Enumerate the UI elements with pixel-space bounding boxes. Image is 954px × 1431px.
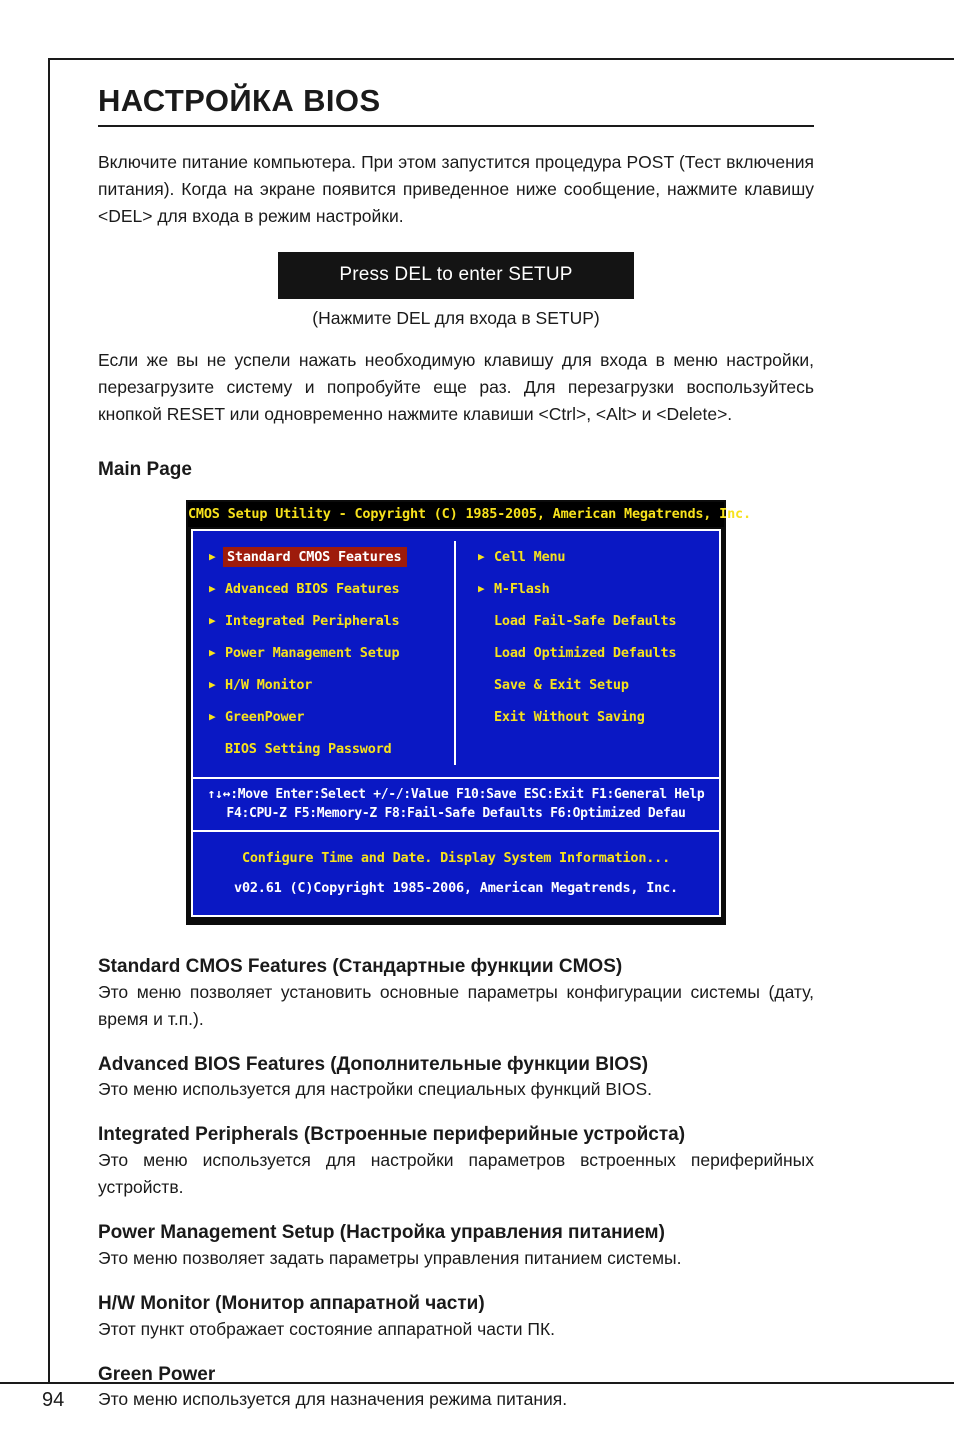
description-heading: Power Management Setup (Настройка управл… <box>98 1222 665 1244</box>
description-block: Integrated Peripherals (Встроенные периф… <box>98 1123 814 1201</box>
bios-menu-item-label: Power Management Setup <box>225 644 400 661</box>
bios-menu-item[interactable]: ▶ Standard CMOS Features <box>209 541 454 573</box>
title-divider <box>98 125 814 128</box>
bios-menu-item[interactable]: ▶ Integrated Peripherals <box>209 605 454 637</box>
bios-menu-item-label: BIOS Setting Password <box>225 740 392 757</box>
bios-screenshot-figure: CMOS Setup Utility - Copyright (C) 1985-… <box>98 499 814 925</box>
arrow-right-icon: ▶ <box>209 614 216 628</box>
description-block: Standard CMOS Features (Стандартные функ… <box>98 955 814 1033</box>
bios-screen: CMOS Setup Utility - Copyright (C) 1985-… <box>186 499 751 925</box>
bios-status-help-text: Configure Time and Date. Display System … <box>241 849 671 866</box>
description-text: Это меню позволяет задать параметры упра… <box>98 1247 682 1268</box>
description-heading: H/W Monitor (Монитор аппаратной части) <box>98 1292 485 1314</box>
bios-menu-item-label: GreenPower <box>225 708 305 725</box>
post-message-caption: (Нажмите DEL для входа в SETUP) <box>312 308 600 329</box>
arrow-right-icon: ▶ <box>209 678 216 692</box>
bios-key-legend-line-2: F4:CPU-Z F5:Memory-Z F8:Fail-Safe Defaul… <box>226 805 686 821</box>
bios-menu-item-label: H/W Monitor <box>225 676 313 693</box>
description-text: Это меню используется для настройки пара… <box>98 1150 814 1198</box>
bios-menu-item-label: Cell Menu <box>494 548 566 565</box>
description-block: H/W Monitor (Монитор аппаратной части) Эт… <box>98 1292 814 1343</box>
page-border-left <box>48 58 50 1384</box>
description-text: Это меню используется для назначения реж… <box>98 1389 568 1410</box>
description-block: Advanced BIOS Features (Дополнительные ф… <box>98 1053 814 1104</box>
arrow-right-icon: ▶ <box>478 582 485 596</box>
bios-menu-item-label: Standard CMOS Features <box>223 546 408 567</box>
arrow-right-icon: ▶ <box>209 582 216 596</box>
post-message-container: Press DEL to enter SETUP <box>98 252 814 300</box>
bios-menu-item-label: Exit Without Saving <box>494 708 645 725</box>
description-heading: Green Power <box>98 1363 216 1385</box>
bios-body: ▶ Standard CMOS Features ▶ Advanced BIOS Fe… <box>191 528 721 917</box>
bios-menu-item[interactable]: ▶Load Optimized Defaults <box>478 637 719 669</box>
bios-key-legend: ↑↓↔:Move Enter:Select +/-/:Value F10:Sav… <box>193 779 719 832</box>
retry-paragraph: Если же вы не успели нажать необходимую … <box>98 350 814 425</box>
page-border-top <box>48 58 954 60</box>
bios-menu-item-label: Load Fail-Safe Defaults <box>494 612 677 629</box>
description-text: Этот пункт отображает состояние аппаратн… <box>98 1318 556 1339</box>
bios-menu-item-label: Integrated Peripherals <box>225 612 400 629</box>
description-block: Power Management Setup (Настройка управл… <box>98 1221 814 1272</box>
arrow-right-icon: ▶ <box>209 646 216 660</box>
description-list: Standard CMOS Features (Стандартные функ… <box>98 955 814 1414</box>
page-number: 94 <box>42 1389 65 1411</box>
bios-menu-item[interactable]: ▶BIOS Setting Password <box>209 733 454 765</box>
bios-menu: ▶ Standard CMOS Features ▶ Advanced BIOS Fe… <box>193 531 719 779</box>
main-page-heading: Main Page <box>98 459 192 481</box>
post-message-box: Press DEL to enter SETUP <box>278 252 634 300</box>
bios-menu-item[interactable]: ▶ H/W Monitor <box>209 669 454 701</box>
description-heading: Standard CMOS Features (Стандартные функ… <box>98 955 623 977</box>
bios-menu-item-label: Load Optimized Defaults <box>494 644 677 661</box>
bios-menu-item[interactable]: ▶ Advanced BIOS Features <box>209 573 454 605</box>
bios-menu-item[interactable]: ▶ GreenPower <box>209 701 454 733</box>
description-block: Green Power Это меню используется для наз… <box>98 1363 814 1414</box>
bios-menu-item-label: M-Flash <box>494 580 550 597</box>
bios-key-legend-line-1: ↑↓↔:Move Enter:Select +/-/:Value F10:Sav… <box>207 786 705 802</box>
bios-menu-item[interactable]: ▶ M-Flash <box>478 573 719 605</box>
bios-menu-right-column: ▶ Cell Menu ▶ M-Flash ▶Load Fail-Safe Defaul… <box>456 541 719 765</box>
description-text: Это меню используется для настройки спец… <box>98 1079 653 1100</box>
bios-menu-item[interactable]: ▶ Cell Menu <box>478 541 719 573</box>
arrow-right-icon: ▶ <box>478 550 485 564</box>
bios-version-text: v02.61 (C)Copyright 1985-2006, American … <box>234 879 678 896</box>
bios-menu-item[interactable]: ▶Exit Without Saving <box>478 701 719 733</box>
bios-menu-item-label: Save & Exit Setup <box>494 676 629 693</box>
description-heading: Advanced BIOS Features (Дополнительные ф… <box>98 1053 649 1075</box>
arrow-right-icon: ▶ <box>209 710 216 724</box>
bios-menu-item-label: Advanced BIOS Features <box>225 580 400 597</box>
page-content: НАСТРОЙКА BIOS Включите питание компьюте… <box>98 83 814 1414</box>
bios-menu-item[interactable]: ▶ Power Management Setup <box>209 637 454 669</box>
page-title: НАСТРОЙКА BIOS <box>98 83 381 118</box>
bios-status-area: Configure Time and Date. Display System … <box>193 832 719 915</box>
arrow-right-icon: ▶ <box>209 550 216 564</box>
bios-menu-item[interactable]: ▶Save & Exit Setup <box>478 669 719 701</box>
description-text: Это меню позволяет установить основные п… <box>98 981 814 1029</box>
bios-menu-item[interactable]: ▶Load Fail-Safe Defaults <box>478 605 719 637</box>
intro-paragraph: Включите питание компьютера. При этом за… <box>98 152 814 227</box>
bios-menu-left-column: ▶ Standard CMOS Features ▶ Advanced BIOS Fe… <box>193 540 456 765</box>
bios-titlebar: CMOS Setup Utility - Copyright (C) 1985-… <box>188 501 751 527</box>
description-heading: Integrated Peripherals (Встроенные периф… <box>98 1124 686 1146</box>
